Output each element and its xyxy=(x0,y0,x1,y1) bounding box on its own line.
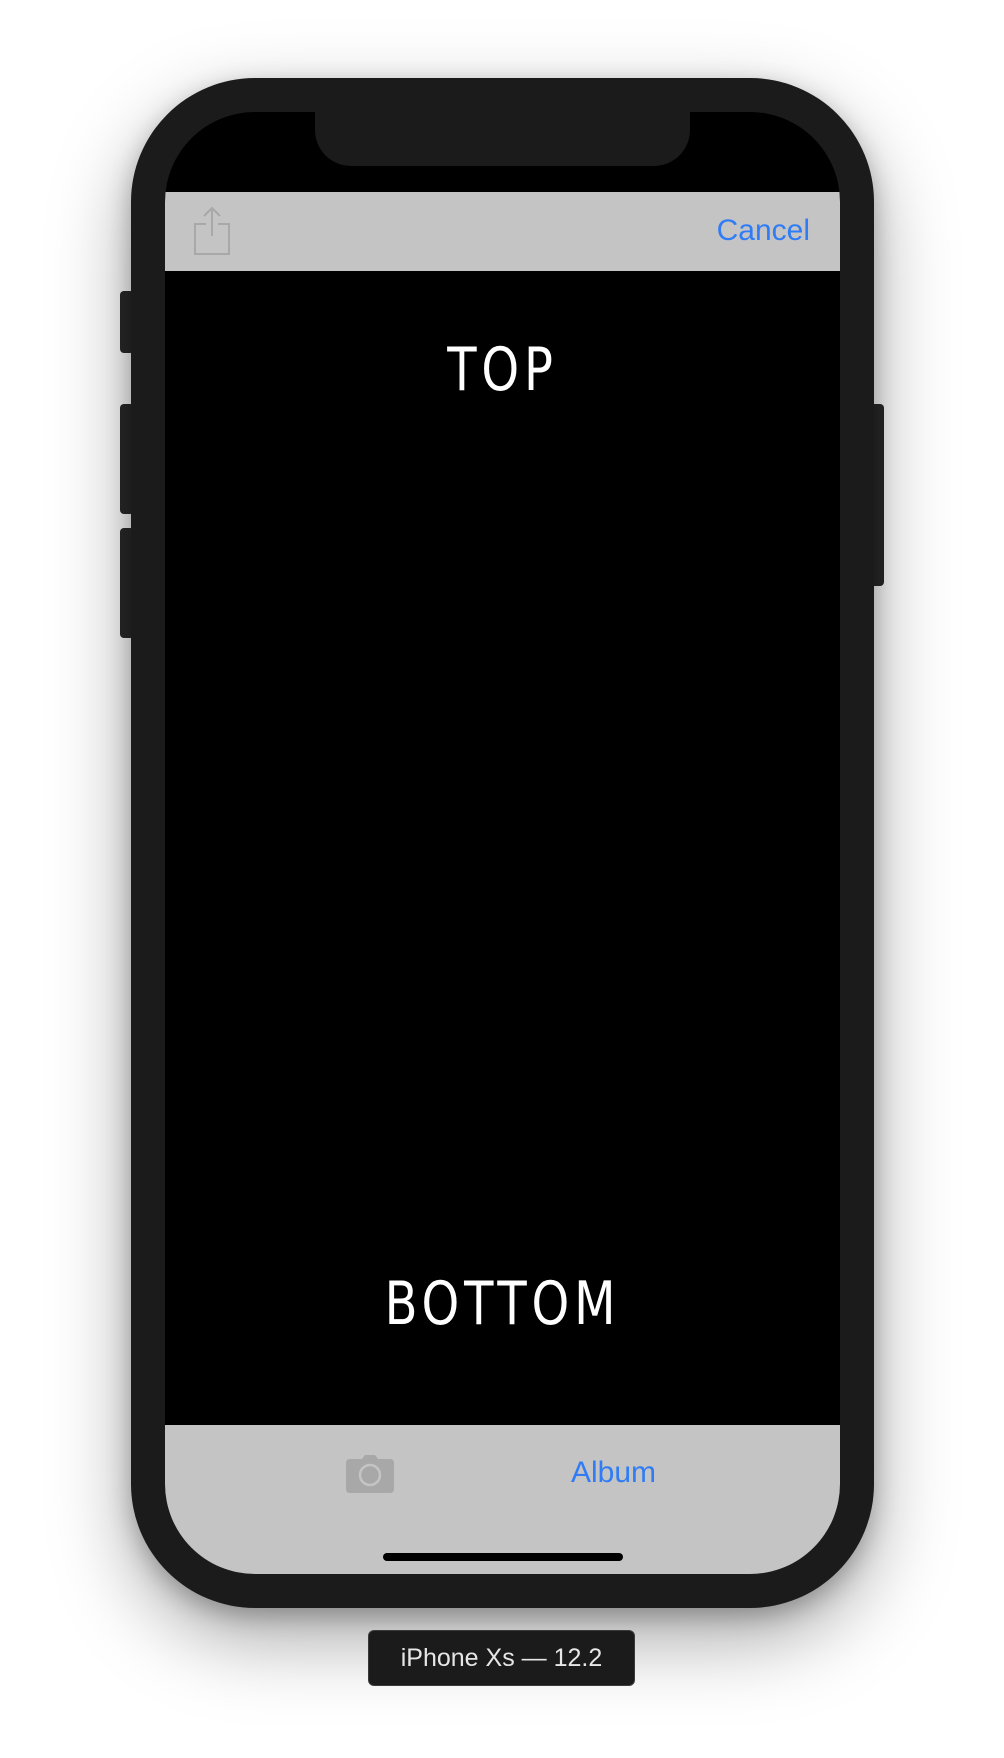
share-icon[interactable] xyxy=(193,206,231,256)
cancel-button[interactable]: Cancel xyxy=(717,212,810,250)
album-button[interactable]: Album xyxy=(571,1454,656,1492)
bottom-text-field[interactable]: BOTTOM xyxy=(233,1269,773,1339)
simulator-stage: Cancel TOP BOTTOM Album iPhone Xs — 12.2 xyxy=(0,0,1004,1758)
camera-icon[interactable] xyxy=(346,1455,394,1493)
meme-image-area: TOP BOTTOM xyxy=(165,271,840,1425)
device-name-badge: iPhone Xs — 12.2 xyxy=(368,1630,635,1686)
bottom-toolbar: Album xyxy=(165,1425,840,1574)
top-text-field[interactable]: TOP xyxy=(233,335,773,405)
home-indicator xyxy=(383,1553,623,1561)
top-toolbar: Cancel xyxy=(165,192,840,271)
notch xyxy=(315,112,690,166)
device-screen: Cancel TOP BOTTOM Album xyxy=(165,112,840,1574)
